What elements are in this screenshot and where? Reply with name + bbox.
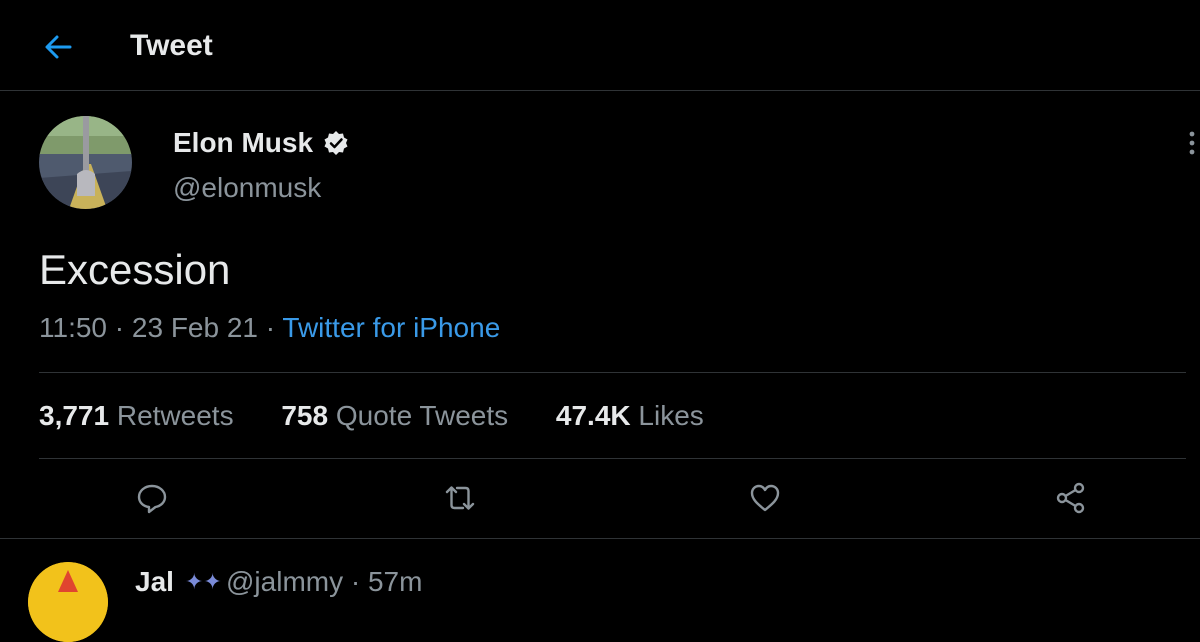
author-display-name[interactable]: Elon Musk xyxy=(173,127,313,159)
retweets-stat[interactable]: 3,771 Retweets xyxy=(39,398,234,434)
top-bar: Tweet xyxy=(0,0,1200,91)
meta-separator: · xyxy=(265,312,276,343)
tweet-text: Excession xyxy=(39,246,231,293)
tweet-stats: 3,771 Retweets 758 Quote Tweets 47.4K Li… xyxy=(39,398,744,434)
likes-count: 47.4K xyxy=(555,400,631,431)
share-icon[interactable] xyxy=(1054,481,1088,515)
avatar-image xyxy=(39,116,132,209)
tweet-time[interactable]: 11:50 xyxy=(39,312,107,343)
tweet-meta: 11:50 · 23 Feb 21 · Twitter for iPhone xyxy=(39,310,500,346)
reply-display-name[interactable]: Jal xyxy=(135,564,174,600)
retweets-count: 3,771 xyxy=(39,400,110,431)
reply-avatar-image xyxy=(28,562,108,642)
retweets-label: Retweets xyxy=(116,400,234,431)
page-title: Tweet xyxy=(130,29,213,62)
reply-avatar[interactable] xyxy=(28,562,108,642)
divider xyxy=(39,458,1186,459)
quote-tweets-label: Quote Tweets xyxy=(335,400,509,431)
like-icon[interactable] xyxy=(748,481,782,515)
quote-tweets-stat[interactable]: 758 Quote Tweets xyxy=(281,398,508,434)
tweet-source-link[interactable]: Twitter for iPhone xyxy=(282,312,500,343)
meta-separator: · xyxy=(114,312,125,343)
author-name-row[interactable]: Elon Musk xyxy=(173,125,349,161)
avatar[interactable] xyxy=(39,116,132,209)
quote-tweets-count: 758 xyxy=(281,400,329,431)
more-options-icon[interactable] xyxy=(1186,130,1198,156)
retweet-icon[interactable] xyxy=(443,481,477,515)
likes-label: Likes xyxy=(638,400,704,431)
divider xyxy=(39,372,1186,373)
sparkles-icon: ✦✦ xyxy=(185,569,222,594)
likes-stat[interactable]: 47.4K Likes xyxy=(556,398,704,434)
author-handle[interactable]: @elonmusk xyxy=(173,170,321,206)
reply-handle-time[interactable]: @jalmmy · 57m xyxy=(226,564,422,600)
tweet-date[interactable]: 23 Feb 21 xyxy=(132,312,258,343)
verified-badge-icon xyxy=(324,131,348,155)
arrow-left-icon[interactable] xyxy=(40,29,76,65)
divider xyxy=(0,538,1200,539)
reply-icon[interactable] xyxy=(135,481,169,515)
